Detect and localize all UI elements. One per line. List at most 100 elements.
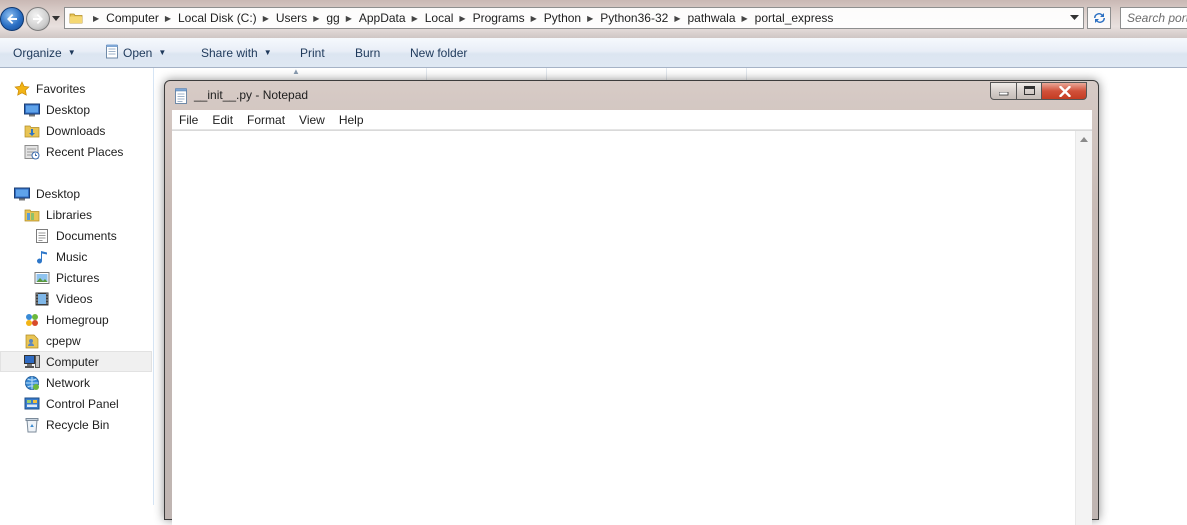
breadcrumb-separator-icon[interactable]: ▶ — [587, 14, 593, 23]
nav-computer[interactable]: Computer — [0, 351, 152, 372]
breadcrumb-separator-icon[interactable]: ▶ — [263, 14, 269, 23]
chevron-down-icon: ▼ — [67, 48, 76, 57]
breadcrumb-separator-icon[interactable]: ▶ — [531, 14, 537, 23]
new-folder-label: New folder — [410, 45, 468, 60]
sort-ascending-icon: ▲ — [292, 67, 300, 76]
navigation-pane: Favorites Desktop Downloads Recent Place… — [0, 68, 154, 505]
homegroup-icon — [24, 312, 40, 328]
breadcrumb-gg[interactable]: gg — [326, 11, 339, 25]
nav-desktop-label: Desktop — [36, 186, 81, 201]
nav-cpepw-label: cpepw — [46, 333, 81, 348]
nav-recycle-bin-label: Recycle Bin — [46, 417, 110, 432]
breadcrumb-programs[interactable]: Programs — [473, 11, 525, 25]
forward-button[interactable] — [26, 7, 50, 31]
nav-desktop[interactable]: Desktop — [14, 183, 80, 204]
nav-network-label: Network — [46, 375, 91, 390]
breadcrumb-appdata[interactable]: AppData — [359, 11, 406, 25]
recent-pages-dropdown-icon[interactable] — [52, 14, 60, 22]
breadcrumb-separator-icon[interactable]: ▶ — [346, 14, 352, 23]
chevron-down-icon[interactable] — [1070, 14, 1079, 21]
search-box[interactable] — [1120, 7, 1187, 29]
open-button[interactable]: Open ▼ — [105, 38, 166, 67]
address-bar[interactable]: ▶ Computer ▶ Local Disk (C:) ▶ Users ▶ g… — [64, 7, 1084, 29]
menu-edit[interactable]: Edit — [205, 113, 240, 127]
breadcrumb-python[interactable]: Python — [544, 11, 581, 25]
nav-pictures[interactable]: Pictures — [34, 267, 99, 288]
libraries-icon — [24, 207, 40, 223]
control-panel-icon — [24, 396, 40, 412]
nav-libraries[interactable]: Libraries — [24, 204, 92, 225]
nav-network[interactable]: Network — [24, 372, 90, 393]
nav-computer-label: Computer — [46, 354, 99, 369]
print-button[interactable]: Print — [300, 38, 325, 67]
nav-homegroup-label: Homegroup — [46, 312, 109, 327]
pictures-icon — [34, 270, 50, 286]
breadcrumb-users[interactable]: Users — [276, 11, 307, 25]
burn-button[interactable]: Burn — [355, 38, 380, 67]
notepad-text-editor[interactable] — [172, 131, 1075, 525]
notepad-icon — [174, 88, 188, 104]
desktop-icon — [14, 186, 30, 202]
nav-videos-label: Videos — [56, 291, 93, 306]
breadcrumb-separator-icon[interactable]: ▶ — [674, 14, 680, 23]
user-folder-icon — [24, 333, 40, 349]
breadcrumb-separator-icon[interactable]: ▶ — [165, 14, 171, 23]
menu-format[interactable]: Format — [240, 113, 292, 127]
nav-music[interactable]: Music — [34, 246, 87, 267]
scroll-up-arrow-icon[interactable] — [1080, 137, 1088, 142]
music-icon — [34, 249, 50, 265]
new-folder-button[interactable]: New folder — [410, 38, 467, 67]
breadcrumb-computer[interactable]: Computer — [106, 11, 159, 25]
network-icon — [24, 375, 40, 391]
breadcrumb-local[interactable]: Local — [425, 11, 454, 25]
back-button[interactable] — [0, 7, 24, 31]
menu-help[interactable]: Help — [332, 113, 371, 127]
menu-view[interactable]: View — [292, 113, 332, 127]
nav-pictures-label: Pictures — [56, 270, 100, 285]
nav-recent-places[interactable]: Recent Places — [24, 141, 123, 162]
chevron-down-icon: ▼ — [158, 48, 167, 57]
documents-icon — [34, 228, 50, 244]
nav-recycle-bin[interactable]: Recycle Bin — [24, 414, 109, 435]
computer-icon — [24, 354, 40, 370]
breadcrumb-separator-icon[interactable]: ▶ — [459, 14, 465, 23]
nav-documents[interactable]: Documents — [34, 225, 117, 246]
minimize-button[interactable] — [990, 82, 1017, 100]
search-input[interactable] — [1121, 8, 1187, 28]
share-with-button[interactable]: Share with ▼ — [201, 38, 272, 67]
breadcrumb-pathwala[interactable]: pathwala — [687, 11, 735, 25]
breadcrumb-separator-icon[interactable]: ▶ — [313, 14, 319, 23]
nav-cpepw[interactable]: cpepw — [24, 330, 81, 351]
vertical-scrollbar[interactable] — [1075, 131, 1092, 525]
nav-control-panel[interactable]: Control Panel — [24, 393, 119, 414]
notepad-menu-bar: File Edit Format View Help — [172, 110, 1092, 130]
nav-homegroup[interactable]: Homegroup — [24, 309, 109, 330]
nav-videos[interactable]: Videos — [34, 288, 92, 309]
close-icon — [1059, 86, 1071, 97]
breadcrumb-separator-icon[interactable]: ▶ — [93, 14, 99, 23]
organize-button[interactable]: Organize ▼ — [13, 38, 76, 67]
notepad-title: __init__.py - Notepad — [194, 88, 309, 102]
nav-desktop-favorite[interactable]: Desktop — [24, 99, 90, 120]
refresh-icon — [1094, 13, 1105, 23]
breadcrumb-python36-32[interactable]: Python36-32 — [600, 11, 668, 25]
nav-documents-label: Documents — [56, 228, 117, 243]
refresh-button[interactable] — [1087, 7, 1111, 29]
menu-file[interactable]: File — [172, 113, 205, 127]
close-button[interactable] — [1041, 82, 1087, 100]
notepad-window[interactable]: __init__.py - Notepad File Edit Format V… — [164, 80, 1099, 525]
maximize-button[interactable] — [1016, 82, 1042, 100]
folder-icon — [69, 13, 83, 24]
downloads-folder-icon — [24, 123, 40, 139]
nav-desktop-favorite-label: Desktop — [46, 102, 91, 117]
breadcrumb-separator-icon[interactable]: ▶ — [412, 14, 418, 23]
desktop-icon — [24, 102, 40, 118]
recycle-bin-icon — [24, 417, 40, 433]
nav-favorites[interactable]: Favorites — [14, 78, 85, 99]
open-label: Open — [123, 45, 153, 60]
breadcrumb-portal-express[interactable]: portal_express — [755, 11, 834, 25]
nav-downloads[interactable]: Downloads — [24, 120, 105, 141]
breadcrumb-local-disk[interactable]: Local Disk (C:) — [178, 11, 257, 25]
breadcrumb-separator-icon[interactable]: ▶ — [742, 14, 748, 23]
organize-label: Organize — [13, 45, 62, 60]
